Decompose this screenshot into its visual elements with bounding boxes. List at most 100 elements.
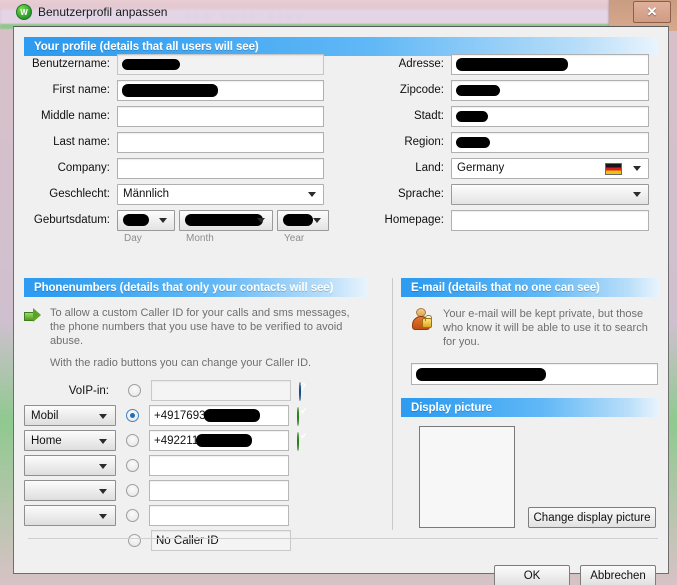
footer-buttons: OK Abbrechen [494,565,656,585]
phone-info-text-1: To allow a custom Caller ID for your cal… [50,307,350,347]
redacted-value [185,214,263,226]
input-phone-5[interactable] [149,505,289,526]
phonenumbers-panel: Phonenumbers (details that only your con… [14,278,390,553]
vertical-divider [392,278,393,530]
profile-right-column: Adresse: Zipcode: Stadt: Region: Land: G… [352,53,670,235]
redacted-value [456,110,488,122]
redacted-value [456,136,490,148]
verified-icon [297,407,312,426]
select-geschlecht[interactable]: Männlich [117,183,324,205]
field-row-benutzername: Benutzername: [14,53,352,75]
label-geschlecht: Geschlecht: [49,188,110,200]
redacted-value [123,214,149,226]
input-zipcode[interactable] [451,79,649,101]
phone-info-text-2: With the radio buttons you can change yo… [50,357,312,369]
input-email[interactable] [411,363,658,385]
label-stadt: Stadt: [413,110,444,122]
input-benutzername[interactable] [117,53,324,75]
field-row-stadt: Stadt: [352,105,670,127]
display-picture-header: Display picture [401,398,659,417]
chevron-down-icon [99,489,107,494]
select-phone-type-1-value: Mobil [31,409,59,422]
label-land: Land: [415,162,444,174]
radio-voip[interactable] [128,384,141,397]
select-phone-type-4[interactable] [24,480,116,501]
label-zipcode: Zipcode: [399,84,444,96]
select-sprache[interactable] [451,183,649,205]
input-voip-number[interactable] [151,380,291,401]
field-row-homepage: Homepage: [352,209,670,231]
label-first-name: First name: [52,84,110,96]
email-and-picture-panel: E-mail (details that no one can see) You… [401,278,670,533]
change-display-picture-button[interactable]: Change display picture [528,507,656,528]
input-phone-3[interactable] [149,455,289,476]
select-birth-year[interactable] [277,209,329,231]
phone-row-2: Home +492211 [14,428,390,453]
profile-left-column: Benutzername: First name: Middle name: L… [14,53,352,244]
input-phone-4[interactable] [149,480,289,501]
radio-phone-2[interactable] [126,434,139,447]
radio-no-caller-id[interactable] [128,534,141,547]
select-phone-type-2[interactable]: Home [24,430,116,451]
select-phone-type-1[interactable]: Mobil [24,405,116,426]
status-placeholder [297,458,312,473]
phone-row-4 [14,478,390,503]
phone-row-3 [14,453,390,478]
cancel-button[interactable]: Abbrechen [580,565,656,585]
chevron-down-icon [633,192,641,197]
select-land-value: Germany [457,162,505,174]
chevron-down-icon [99,439,107,444]
select-phone-type-3[interactable] [24,455,116,476]
input-last-name[interactable] [117,131,324,153]
sublabel-day: Day [124,233,142,244]
radio-phone-4[interactable] [126,484,139,497]
display-picture-preview [419,426,515,528]
help-icon[interactable] [299,382,314,401]
select-land[interactable]: Germany [451,157,649,179]
sublabel-month: Month [186,233,214,244]
input-first-name[interactable] [117,79,324,101]
de-flag-icon [605,162,622,175]
chevron-down-icon [99,414,107,419]
select-birth-month[interactable] [179,209,273,231]
input-stadt[interactable] [451,105,649,127]
input-company[interactable] [117,157,324,179]
redacted-value [456,57,568,71]
phone-section-header: Phonenumbers (details that only your con… [24,278,368,297]
ok-button[interactable]: OK [494,565,570,585]
input-phone-2[interactable]: +492211 [149,430,289,451]
chevron-down-icon [308,192,316,197]
select-birth-day[interactable] [117,209,175,231]
user-profile-dialog: W Benutzerprofil anpassen Your profile (… [8,0,670,585]
field-row-adresse: Adresse: [352,53,670,75]
display-picture-section: Display picture Change display picture [401,398,670,533]
email-info-text: Your e-mail will be kept private, but th… [443,308,648,348]
input-adresse[interactable] [451,53,649,75]
app-logo-icon: W [16,4,32,20]
email-section-header: E-mail (details that no one can see) [401,278,659,297]
select-phone-type-5[interactable] [24,505,116,526]
field-row-company: Company: [14,157,352,179]
footer-separator [28,538,658,539]
label-adresse: Adresse: [398,58,444,70]
chevron-down-icon [159,218,167,223]
input-phone-1[interactable]: +4917693 [149,405,289,426]
radio-phone-5[interactable] [126,509,139,522]
input-homepage[interactable] [451,209,649,231]
user-lock-icon [409,307,435,333]
dialog-body: Your profile (details that all users wil… [13,26,670,585]
redacted-value [283,214,313,226]
field-row-middle-name: Middle name: [14,105,352,127]
field-row-last-name: Last name: [14,131,352,153]
input-region[interactable] [451,131,649,153]
green-arrow-icon [24,308,42,323]
chevron-down-icon [313,218,321,223]
radio-phone-3[interactable] [126,459,139,472]
label-middle-name: Middle name: [40,110,110,122]
input-middle-name[interactable] [117,105,324,127]
radio-phone-1[interactable] [126,409,139,422]
phone-rows-list: VoIP-in: Mobil +4917693 [14,378,390,553]
select-geschlecht-value: Männlich [123,188,170,200]
label-region: Region: [404,136,444,148]
redacted-value [416,367,546,381]
